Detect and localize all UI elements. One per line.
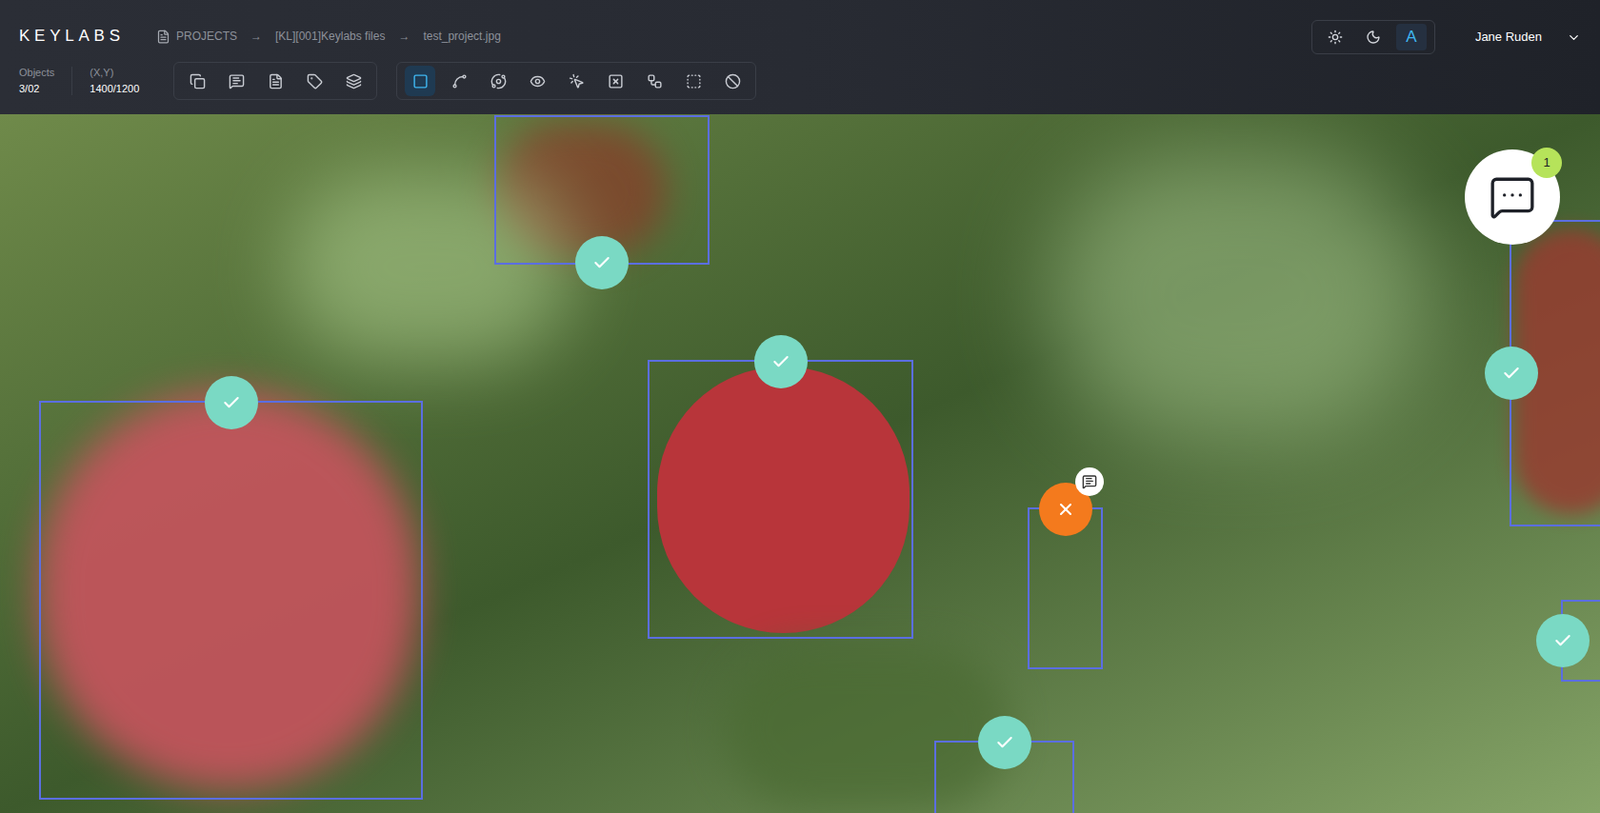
- theme-switcher: A: [1311, 20, 1436, 55]
- theme-option[interactable]: A: [1396, 23, 1427, 51]
- chat-icon: [1488, 173, 1537, 221]
- approved-badge[interactable]: [204, 376, 259, 430]
- tool-button[interactable]: [404, 65, 436, 97]
- header: KEYLABS PROJECTS → [KL][001]Keylabs files → t…: [0, 0, 1600, 115]
- breadcrumb-separator: →: [398, 27, 410, 45]
- tool-button[interactable]: [338, 65, 369, 97]
- tool-button[interactable]: [181, 65, 213, 97]
- breadcrumb: PROJECTS → [KL][001]Keylabs files → test_pro…: [156, 27, 501, 45]
- approved-badge[interactable]: [754, 335, 808, 389]
- tool-button[interactable]: [220, 65, 252, 97]
- user-name: Jane Ruden: [1475, 27, 1542, 47]
- comment-icon: [1081, 474, 1098, 490]
- canvas[interactable]: 1: [0, 114, 1600, 813]
- user-menu[interactable]: Jane Ruden: [1475, 20, 1581, 55]
- logo[interactable]: KEYLABS: [19, 23, 157, 49]
- top-row: KEYLABS PROJECTS → [KL][001]Keylabs files → t…: [19, 13, 757, 60]
- bounding-box[interactable]: [1027, 507, 1103, 670]
- check-icon: [1553, 631, 1573, 651]
- bounding-box[interactable]: [1509, 220, 1600, 527]
- stat-value: 1400/1200: [89, 82, 140, 96]
- moon-icon: [1365, 29, 1381, 45]
- check-icon: [1501, 363, 1521, 383]
- tool-button[interactable]: [482, 65, 514, 97]
- breadcrumb-item[interactable]: test_project.jpg: [422, 27, 500, 45]
- header-right: A Jane Ruden: [1311, 0, 1581, 115]
- sun-icon: [1327, 29, 1343, 45]
- rejected-badge[interactable]: [1039, 482, 1093, 537]
- breadcrumb-separator: →: [250, 27, 262, 45]
- document-icon: [156, 29, 171, 44]
- approved-badge[interactable]: [1536, 614, 1590, 668]
- breadcrumb-item[interactable]: PROJECTS: [176, 27, 238, 45]
- tool-button[interactable]: [560, 65, 592, 97]
- tool-button[interactable]: [443, 65, 475, 97]
- stats: Objects 3/02 (X,Y) 1400/1200: [19, 66, 174, 96]
- approved-badge[interactable]: [1484, 346, 1539, 400]
- stat: Objects 3/02: [19, 66, 55, 96]
- tool-button[interactable]: [521, 65, 553, 97]
- breadcrumb-item[interactable]: [KL][001]Keylabs files: [275, 27, 385, 45]
- approved-badge[interactable]: [575, 236, 629, 290]
- tool-group: [396, 61, 757, 100]
- chat-count-badge: 1: [1531, 147, 1562, 179]
- bounding-box[interactable]: [1560, 600, 1600, 682]
- tool-button[interactable]: [717, 65, 748, 97]
- theme-option[interactable]: [1320, 23, 1351, 51]
- check-icon: [592, 253, 612, 273]
- tool-button[interactable]: [678, 65, 709, 97]
- toolbar-row: Objects 3/02 (X,Y) 1400/1200: [19, 60, 757, 101]
- comment-badge[interactable]: [1075, 467, 1104, 497]
- chat-button[interactable]: 1: [1464, 149, 1560, 245]
- tool-button[interactable]: [260, 65, 291, 97]
- stat-label: (X,Y): [89, 66, 140, 80]
- header-left: KEYLABS PROJECTS → [KL][001]Keylabs files → t…: [19, 0, 757, 115]
- approved-badge[interactable]: [978, 716, 1032, 770]
- check-icon: [221, 393, 241, 413]
- check-icon: [995, 733, 1015, 753]
- bounding-box[interactable]: [934, 740, 1075, 813]
- bounding-box[interactable]: [39, 400, 423, 800]
- stat: (X,Y) 1400/1200: [89, 66, 140, 96]
- app: KEYLABS PROJECTS → [KL][001]Keylabs files → t…: [0, 0, 1600, 813]
- stat-label: Objects: [19, 66, 55, 80]
- stats-divider: [71, 66, 73, 96]
- tool-button[interactable]: [600, 65, 631, 97]
- stat-value: 3/02: [19, 82, 55, 96]
- check-icon: [771, 352, 791, 372]
- tool-button[interactable]: [299, 65, 330, 97]
- tool-group: [173, 61, 378, 100]
- photo: [0, 114, 1600, 813]
- tool-button[interactable]: [639, 65, 670, 97]
- theme-option[interactable]: [1358, 23, 1389, 51]
- x-icon: [1056, 500, 1076, 520]
- chevron-down-icon: [1566, 30, 1581, 45]
- bounding-box[interactable]: [647, 360, 914, 640]
- bounding-box[interactable]: [494, 115, 710, 265]
